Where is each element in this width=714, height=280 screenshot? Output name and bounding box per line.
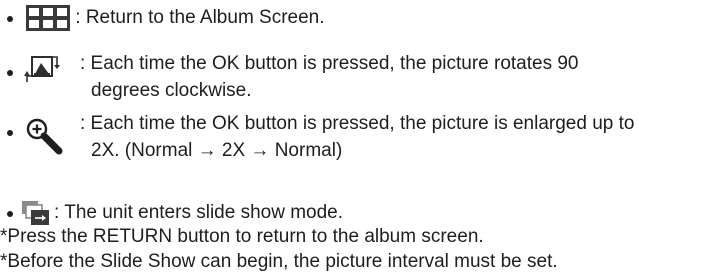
item-text-line-2: 2X. (Normal → 2X → Normal) [91,140,343,161]
album-grid-icon [26,5,70,31]
bullet [7,16,13,22]
item-text-line-2: degrees clockwise. [91,80,252,101]
item-text-line-1: : Each time the OK button is pressed, th… [80,53,579,74]
note-slideshow-interval: *Before the Slide Show can begin, the pi… [0,251,558,272]
bullet [7,70,13,76]
item-text-line-1: : Return to the Album Screen. [70,7,325,28]
bullet [7,211,13,217]
note-return: *Press the RETURN button to return to th… [0,226,484,247]
bullet [7,130,13,136]
item-text-line-1: : The unit enters slide show mode. [54,202,344,223]
slideshow-icon [22,201,49,225]
rotate-picture-icon [24,56,60,82]
manual-page: { "items": [ { "icon": "album-grid-icon"… [0,0,714,280]
item-text-line-1: : Each time the OK button is pressed, th… [80,113,635,134]
zoom-magnifier-icon [26,118,63,155]
